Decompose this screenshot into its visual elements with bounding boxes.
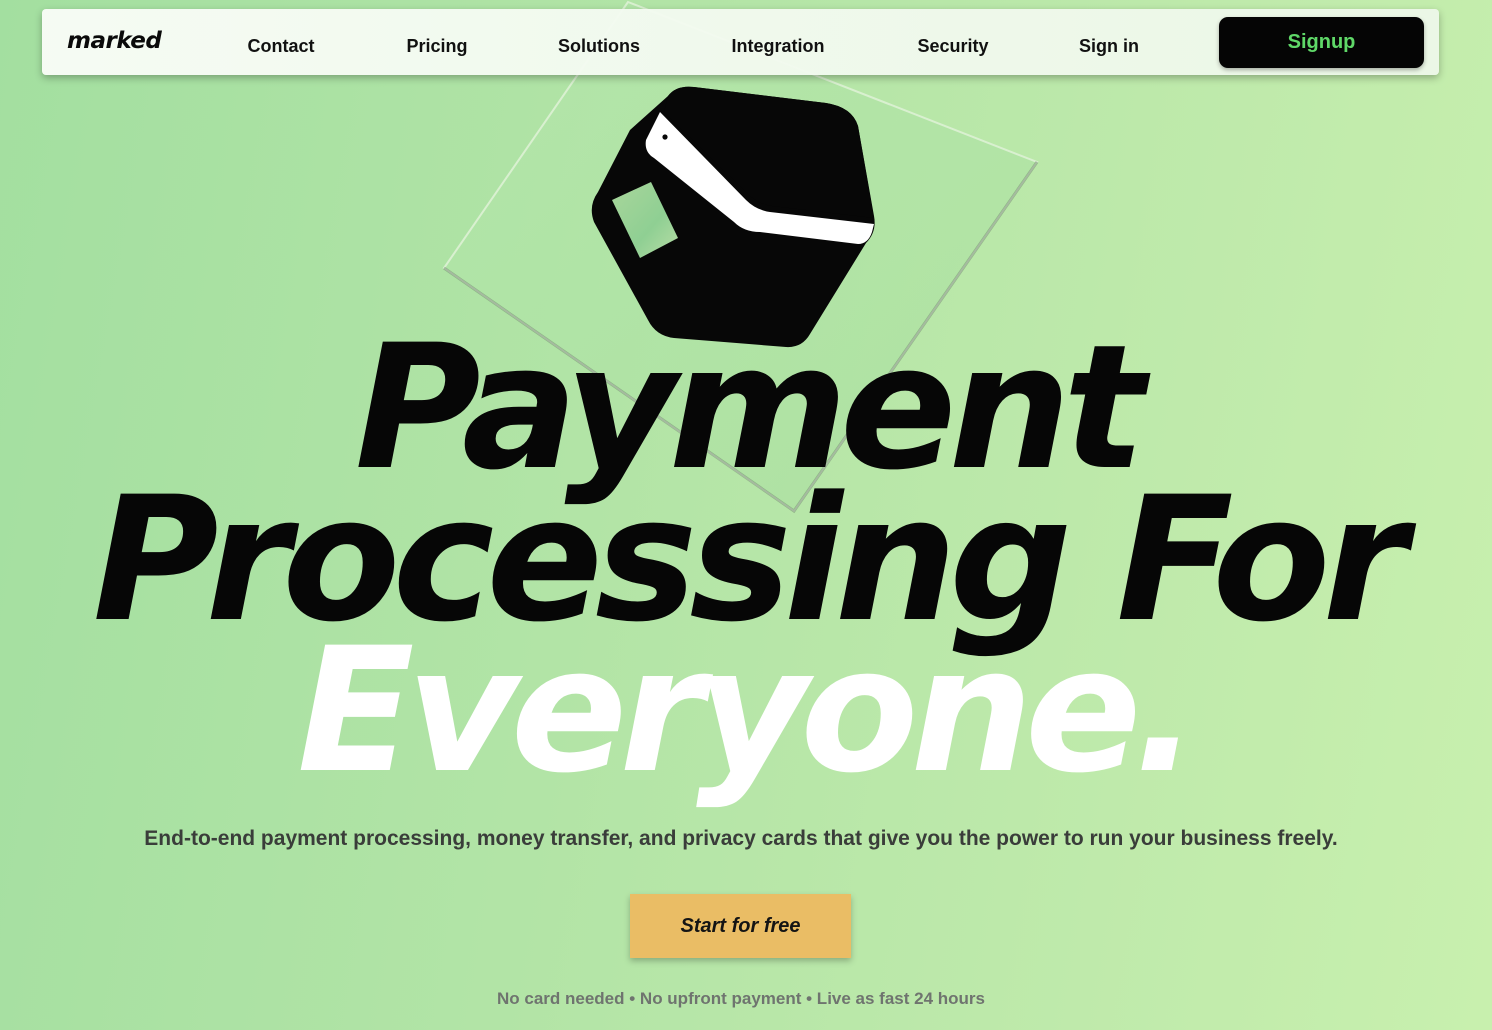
nav-link-integration[interactable]: Integration xyxy=(732,36,825,57)
nav-link-sign-in[interactable]: Sign in xyxy=(1079,36,1139,57)
start-for-free-button[interactable]: Start for free xyxy=(630,894,851,958)
headline-line-3: Everyone. xyxy=(0,625,1492,797)
top-navbar: marked Contact Pricing Solutions Integra… xyxy=(42,9,1439,75)
nav-link-solutions[interactable]: Solutions xyxy=(558,36,640,57)
nav-link-contact[interactable]: Contact xyxy=(248,36,315,57)
nav-link-pricing[interactable]: Pricing xyxy=(406,36,467,57)
hero-subtitle: End-to-end payment processing, money tra… xyxy=(144,827,1338,850)
logo[interactable]: marked xyxy=(67,28,162,54)
signup-button[interactable]: Signup xyxy=(1219,17,1424,68)
hero-footnote: No card needed • No upfront payment • Li… xyxy=(496,989,985,1008)
headline-everyone: Everyone. xyxy=(297,610,1199,811)
nav-link-security[interactable]: Security xyxy=(917,36,988,57)
